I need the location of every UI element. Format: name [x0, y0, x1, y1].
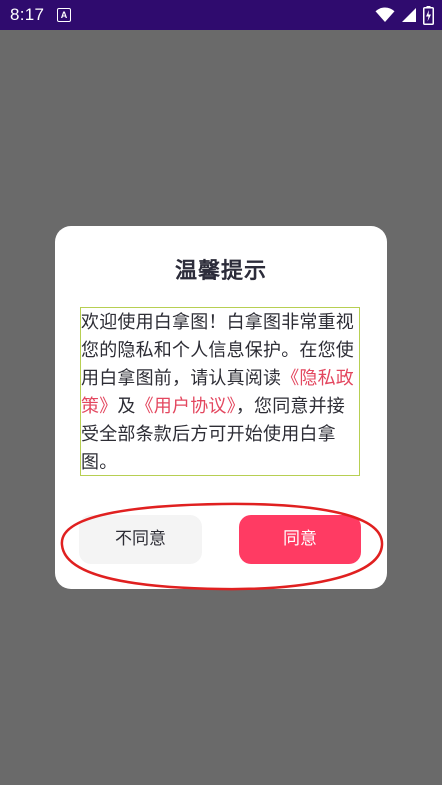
dialog-body: 欢迎使用白拿图！白拿图非常重视您的隐私和个人信息保护。在您使用白拿图前，请认真阅…	[80, 307, 360, 476]
dialog-title: 温馨提示	[174, 259, 267, 284]
signal-icon	[402, 8, 416, 22]
privacy-dialog: 温馨提示 欢迎使用白拿图！白拿图非常重视您的隐私和个人信息保护。在您使用白拿图前…	[55, 226, 387, 589]
battery-icon	[423, 5, 434, 25]
status-time: 8:17	[10, 5, 45, 24]
user-agreement-link[interactable]: 《用户协议》	[136, 396, 236, 417]
wifi-icon	[375, 7, 395, 23]
body-text-conjunction: 及	[117, 396, 136, 417]
agree-button[interactable]: 同意	[239, 515, 361, 564]
status-bar: 8:17 A	[0, 0, 442, 30]
notification-badge-icon: A	[57, 8, 71, 22]
status-icons	[375, 5, 434, 25]
disagree-button[interactable]: 不同意	[79, 515, 202, 564]
